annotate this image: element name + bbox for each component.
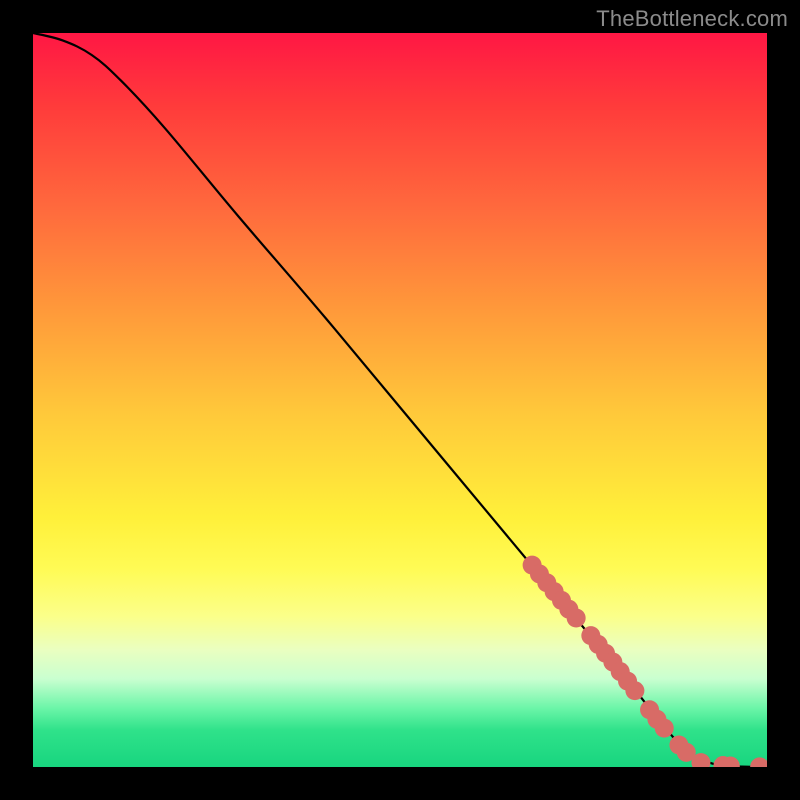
chart-root: TheBottleneck.com <box>0 0 800 800</box>
marker-group <box>523 556 767 767</box>
plot-svg <box>33 33 767 767</box>
plot-area <box>33 33 767 767</box>
watermark-text: TheBottleneck.com <box>596 6 788 32</box>
data-marker <box>655 719 674 738</box>
data-marker <box>567 609 586 628</box>
data-marker <box>625 681 644 700</box>
curve-line <box>33 33 767 767</box>
data-marker <box>750 757 767 767</box>
